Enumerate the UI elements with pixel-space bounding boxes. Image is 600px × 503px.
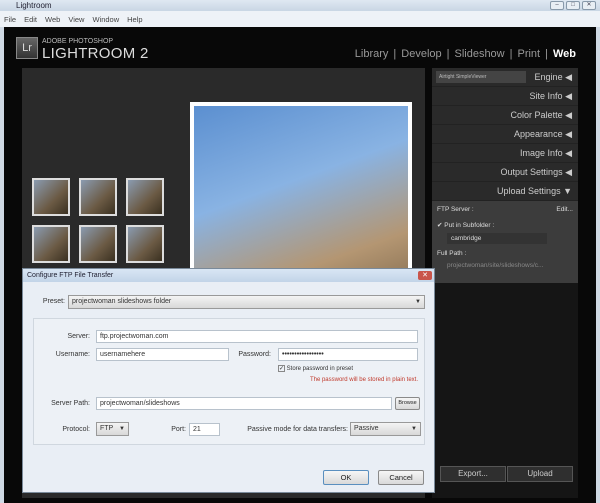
dialog-title: Configure FTP File Transfer <box>23 269 434 282</box>
full-path-label: Full Path : <box>437 250 467 257</box>
brand-product: LIGHTROOM 2 <box>42 45 149 62</box>
passive-mode-select[interactable]: Passive ▼ <box>350 422 421 436</box>
subfolder-input[interactable]: cambridge <box>447 233 547 244</box>
ftp-edit-select[interactable]: Edit... <box>556 206 573 213</box>
server-path-label: Server Path: <box>51 400 90 407</box>
store-password-checkbox[interactable]: ✓ <box>278 365 285 372</box>
browse-button[interactable]: Browse <box>395 397 420 410</box>
port-input[interactable]: 21 <box>189 423 220 436</box>
panel-site-info[interactable]: Site Info ◀ <box>432 87 578 106</box>
module-web[interactable]: Web <box>553 48 576 60</box>
menu-help[interactable]: Help <box>127 15 142 24</box>
right-panel: Airtight SimpleViewer Engine ◀ Site Info … <box>432 68 578 498</box>
server-label: Server: <box>67 333 90 340</box>
thumbnail[interactable] <box>79 178 117 216</box>
thumbnail[interactable] <box>79 225 117 263</box>
lr-logo: Lr <box>16 37 38 59</box>
menu-file[interactable]: File <box>4 15 16 24</box>
thumbnail[interactable] <box>126 225 164 263</box>
maximize-button[interactable]: □ <box>566 1 580 10</box>
preset-select[interactable]: projectwoman slideshows folder ▼ <box>68 295 425 309</box>
menu-window[interactable]: Window <box>92 15 119 24</box>
export-button[interactable]: Export... <box>440 466 506 482</box>
panel-image-info[interactable]: Image Info ◀ <box>432 144 578 163</box>
full-path-value: projectwoman/site/slideshows/c... <box>447 262 544 269</box>
cancel-button[interactable]: Cancel <box>378 470 424 485</box>
server-path-input[interactable]: projectwoman/slideshows <box>96 397 392 410</box>
plain-text-warning: The password will be stored in plain tex… <box>309 377 418 383</box>
password-input[interactable]: ••••••••••••••••• <box>278 348 418 361</box>
ok-button[interactable]: OK <box>323 470 369 485</box>
thumbnail[interactable] <box>32 225 70 263</box>
module-print[interactable]: Print <box>517 48 540 60</box>
preset-label: Preset: <box>42 298 65 305</box>
username-input[interactable]: usernamehere <box>96 348 229 361</box>
engine-select[interactable]: Airtight SimpleViewer <box>436 71 526 83</box>
brand-adobe: ADOBE PHOTOSHOP <box>42 38 114 45</box>
panel-engine[interactable]: Airtight SimpleViewer Engine ◀ <box>432 68 578 87</box>
minimize-button[interactable]: – <box>550 1 564 10</box>
subfolder-label: Put in Subfolder : <box>444 222 495 229</box>
panel-output-settings[interactable]: Output Settings ◀ <box>432 163 578 182</box>
protocol-label: Protocol: <box>62 426 90 433</box>
ftp-server-label: FTP Server : <box>437 206 474 213</box>
passive-mode-label: Passive mode for data transfers: <box>247 426 348 433</box>
menu-edit[interactable]: Edit <box>24 15 37 24</box>
ftp-dialog: Configure FTP File Transfer ✕ Preset: pr… <box>22 268 435 493</box>
close-button[interactable]: ✕ <box>582 1 596 10</box>
thumbnail[interactable] <box>126 178 164 216</box>
panel-color-palette[interactable]: Color Palette ◀ <box>432 106 578 125</box>
protocol-select[interactable]: FTP ▼ <box>96 422 129 436</box>
module-slideshow[interactable]: Slideshow <box>454 48 504 60</box>
thumbnail[interactable] <box>32 178 70 216</box>
upload-settings-body: FTP Server : Edit... ✔ Put in Subfolder :… <box>432 201 578 283</box>
panel-upload-settings[interactable]: Upload Settings ▼ <box>432 182 578 201</box>
module-picker: Library | Develop | Slideshow | Print | Web <box>354 48 576 60</box>
menu-view[interactable]: View <box>68 15 84 24</box>
menu-web[interactable]: Web <box>45 15 60 24</box>
dialog-close-button[interactable]: ✕ <box>418 271 432 280</box>
panel-appearance[interactable]: Appearance ◀ <box>432 125 578 144</box>
module-library[interactable]: Library <box>355 48 389 60</box>
server-settings-group: Server: ftp.projectwoman.com Username: u… <box>33 318 425 445</box>
menu-bar: File Edit Web View Window Help <box>0 11 600 27</box>
upload-button[interactable]: Upload <box>507 466 573 482</box>
password-label: Password: <box>238 351 271 358</box>
title-bar: Lightroom – □ ✕ <box>0 0 600 11</box>
window-title: Lightroom <box>16 1 52 10</box>
subfolder-checkbox[interactable]: ✔ <box>437 222 442 229</box>
server-input[interactable]: ftp.projectwoman.com <box>96 330 418 343</box>
store-password-label: Store password in preset <box>286 366 354 372</box>
username-label: Username: <box>55 351 90 358</box>
port-label: Port: <box>171 426 186 433</box>
module-develop[interactable]: Develop <box>401 48 441 60</box>
